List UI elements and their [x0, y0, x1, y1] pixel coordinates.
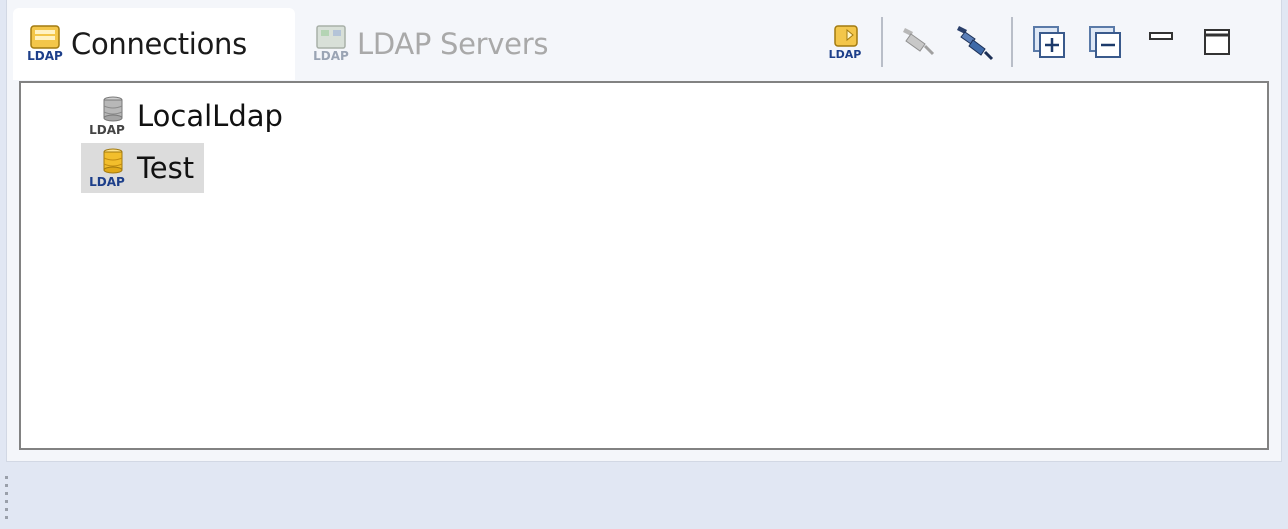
tree-item-localldap[interactable]: LDAP LocalLdap — [81, 91, 293, 141]
disconnect-plug-icon — [903, 28, 935, 56]
tree-item-label: LocalLdap — [137, 99, 283, 133]
maximize-icon — [1204, 29, 1230, 55]
minimize-button[interactable] — [1138, 19, 1184, 65]
tab-ldap-servers-label: LDAP Servers — [357, 27, 549, 61]
tree-item-test[interactable]: LDAP Test — [81, 143, 205, 193]
new-connection-button[interactable]: LDAP — [822, 19, 868, 65]
tab-connections[interactable]: LDAP Connections — [13, 8, 295, 80]
drag-grip-handle[interactable] — [4, 476, 10, 524]
tree-item-label: Test — [137, 151, 195, 185]
svg-text:LDAP: LDAP — [27, 49, 63, 63]
ldap-connection-open-icon: LDAP — [89, 148, 125, 189]
connections-view: LDAP Connections LDAP LDAP Servers LDAP — [6, 0, 1282, 462]
close-connection-button[interactable] — [896, 19, 942, 65]
tab-ldap-servers[interactable]: LDAP LDAP Servers — [299, 8, 579, 80]
open-connection-button[interactable] — [952, 19, 998, 65]
ldap-new-connection-icon: LDAP — [829, 25, 862, 61]
collapse-all-icon — [1089, 26, 1121, 58]
svg-text:LDAP: LDAP — [89, 123, 125, 137]
svg-text:LDAP: LDAP — [89, 175, 125, 189]
expand-all-button[interactable] — [1026, 19, 1072, 65]
connections-tree[interactable]: LDAP LocalLdap LDAP Test — [19, 81, 1269, 450]
connect-plug-icon — [957, 26, 994, 61]
ldap-connection-closed-icon: LDAP — [89, 96, 125, 137]
svg-text:LDAP: LDAP — [313, 49, 349, 63]
toolbar-separator — [1011, 17, 1013, 67]
expand-all-icon — [1033, 26, 1065, 58]
toolbar-separator — [881, 17, 883, 67]
ldap-servers-icon: LDAP — [313, 25, 349, 63]
svg-text:LDAP: LDAP — [829, 48, 862, 61]
view-tab-bar: LDAP Connections LDAP LDAP Servers LDAP — [7, 0, 1281, 80]
tab-connections-label: Connections — [71, 27, 247, 61]
maximize-button[interactable] — [1194, 19, 1240, 65]
minimize-icon — [1149, 32, 1173, 40]
view-toolbar: LDAP — [817, 12, 1245, 72]
collapse-all-button[interactable] — [1082, 19, 1128, 65]
ldap-connections-icon: LDAP — [27, 25, 63, 63]
